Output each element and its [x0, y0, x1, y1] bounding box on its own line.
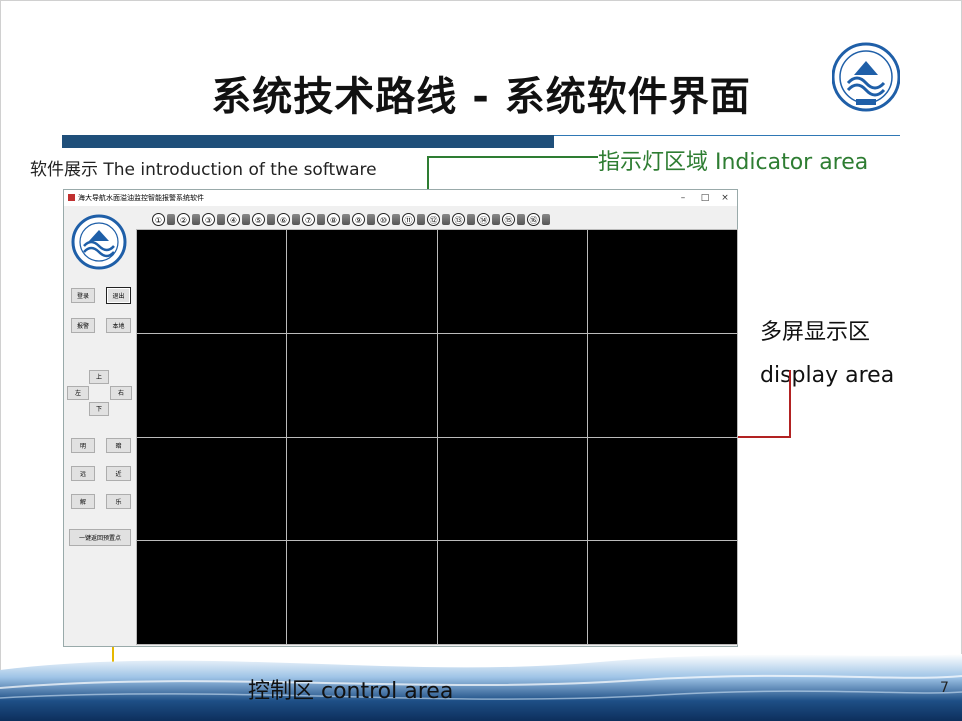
maximize-button[interactable]: □ [695, 190, 715, 206]
screen-cell[interactable] [135, 332, 288, 438]
alarm-button[interactable]: 报警 [71, 318, 95, 333]
lamp-5 [267, 213, 275, 225]
indicator-6: ⑥ [277, 212, 290, 226]
near-button[interactable]: 近 [106, 466, 131, 481]
indicator-16: ⑯ [527, 212, 540, 226]
indicator-4: ④ [227, 212, 240, 226]
title-underline-bar [62, 135, 554, 148]
exit-button[interactable]: 退出 [106, 287, 131, 304]
lamp-11 [417, 213, 425, 225]
dark-button[interactable]: 暗 [106, 438, 131, 453]
lamp-10 [392, 213, 400, 225]
indicator-12: ⑫ [427, 212, 440, 226]
screen-cell[interactable] [436, 332, 588, 438]
indicator-11: ⑪ [402, 212, 415, 226]
lamp-9 [367, 213, 375, 225]
lamp-16 [542, 213, 550, 225]
control-area-label: 控制区 control area [248, 679, 454, 704]
page-number: 7 [940, 680, 949, 696]
display-area-label: 多屏显示区 display area [760, 311, 894, 397]
lamp-1 [167, 213, 175, 225]
window-title: 海大导航水面溢油监控智能报警系统软件 [78, 194, 204, 202]
indicator-7: ⑦ [302, 212, 315, 226]
lamp-6 [292, 213, 300, 225]
minimize-button[interactable]: – [673, 190, 693, 206]
indicator-strip: ① ② ③ ④ ⑤ ⑥ ⑦ ⑧ ⑨ ⑩ ⑪ ⑫ ⑬ ⑭ ⑮ ⑯ [152, 211, 550, 227]
display-area-label-cn: 多屏显示区 [760, 320, 871, 345]
screen-cell[interactable] [436, 229, 588, 334]
local-button[interactable]: 本地 [106, 318, 131, 333]
screen-cell[interactable] [135, 229, 288, 334]
lamp-3 [217, 213, 225, 225]
indicator-15: ⑮ [502, 212, 515, 226]
lamp-2 [192, 213, 200, 225]
lamp-15 [517, 213, 525, 225]
down-button[interactable]: 下 [89, 402, 109, 416]
left-button[interactable]: 左 [67, 386, 89, 400]
lamp-8 [342, 213, 350, 225]
up-button[interactable]: 上 [89, 370, 109, 384]
screen-cell[interactable] [586, 332, 739, 438]
indicator-1: ① [152, 212, 165, 226]
solve-button[interactable]: 解 [71, 494, 95, 509]
title-underline-line [554, 135, 900, 136]
screen-cell[interactable] [286, 332, 438, 438]
indicator-area-label: 指示灯区域 Indicator area [598, 150, 869, 175]
indicator-3: ③ [202, 212, 215, 226]
slide-title: 系统技术路线 - 系统软件界面 [211, 74, 751, 120]
display-grid [135, 229, 739, 645]
indicator-14: ⑭ [477, 212, 490, 226]
window-titlebar: 海大导航水面溢油监控智能报警系统软件 – □ × [64, 190, 737, 206]
music-button[interactable]: 乐 [106, 494, 131, 509]
screen-cell[interactable] [586, 436, 739, 542]
close-button[interactable]: × [715, 190, 735, 206]
indicator-8: ⑧ [327, 212, 340, 226]
indicator-13: ⑬ [452, 212, 465, 226]
app-icon [68, 194, 75, 201]
right-button[interactable]: 右 [110, 386, 132, 400]
screen-cell[interactable] [286, 540, 438, 645]
software-window: 海大导航水面溢油监控智能报警系统软件 – □ × ① ② ③ ④ ⑤ ⑥ ⑦ ⑧… [63, 189, 739, 647]
screen-cell[interactable] [436, 436, 588, 542]
lamp-4 [242, 213, 250, 225]
footer-wave-banner [0, 654, 962, 721]
display-area-label-en: display area [760, 363, 895, 388]
return-preset-button[interactable]: 一键返回预置点 [69, 529, 131, 546]
indicator-2: ② [177, 212, 190, 226]
indicator-10: ⑩ [377, 212, 390, 226]
screen-cell[interactable] [135, 436, 288, 542]
screen-cell[interactable] [586, 229, 739, 334]
lamp-13 [467, 213, 475, 225]
indicator-5: ⑤ [252, 212, 265, 226]
window-logo [71, 214, 127, 270]
lamp-7 [317, 213, 325, 225]
login-button[interactable]: 登录 [71, 288, 95, 303]
screen-cell[interactable] [586, 540, 739, 645]
bright-button[interactable]: 明 [71, 438, 95, 453]
screen-cell[interactable] [135, 540, 288, 645]
screen-cell[interactable] [286, 229, 438, 334]
screen-cell[interactable] [436, 540, 588, 645]
slide-subtitle: 软件展示 The introduction of the software [30, 160, 377, 180]
screen-cell[interactable] [286, 436, 438, 542]
lamp-14 [492, 213, 500, 225]
lamp-12 [442, 213, 450, 225]
indicator-9: ⑨ [352, 212, 365, 226]
far-button[interactable]: 远 [71, 466, 95, 481]
